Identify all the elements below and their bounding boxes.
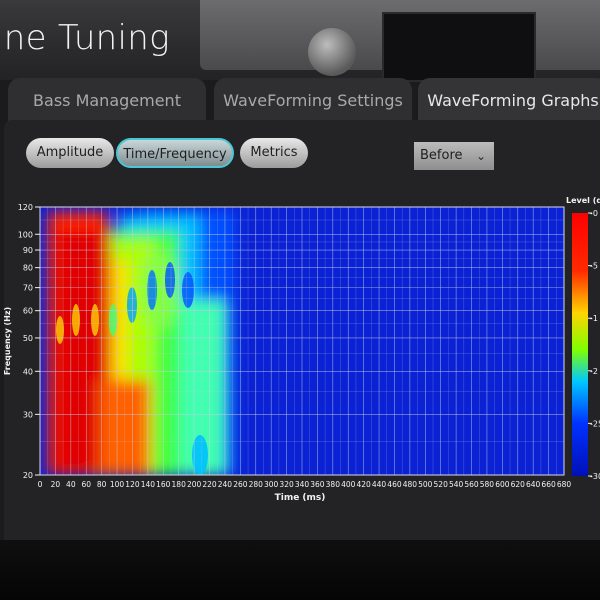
x-tick-label: 640 [526, 480, 541, 489]
x-tick-label: 420 [356, 480, 371, 489]
colorbar-tick-label: -25 [590, 419, 600, 428]
x-tick-label: 580 [480, 480, 495, 489]
x-tick-label: 540 [449, 480, 464, 489]
y-tick-label: 120 [18, 203, 33, 212]
y-axis-label: Frequency (Hz) [3, 307, 12, 375]
y-tick-label: 80 [23, 264, 33, 273]
y-axis-ticks: 20 30 40 50 60 70 80 90 100 120 [18, 203, 40, 480]
x-tick-label: 680 [557, 480, 572, 489]
x-tick-label: 200 [187, 480, 202, 489]
x-tick-label: 280 [249, 480, 264, 489]
x-tick-label: 600 [495, 480, 510, 489]
x-tick-label: 40 [66, 480, 76, 489]
x-tick-label: 320 [279, 480, 294, 489]
x-tick-label: 160 [156, 480, 171, 489]
colorbar-tick-label: -5 [590, 262, 598, 271]
colorbar-tick-label: -0 [590, 209, 598, 218]
x-tick-label: 360 [310, 480, 325, 489]
y-tick-label: 30 [23, 410, 33, 419]
y-tick-label: 20 [23, 471, 33, 480]
colorbar-tick-label: -1 [590, 314, 598, 323]
x-tick-label: 500 [418, 480, 433, 489]
colorbar-label: Level (dB [566, 196, 600, 205]
x-tick-label: 620 [511, 480, 526, 489]
x-tick-label: 460 [387, 480, 402, 489]
colorbar-ticks: -0 -5 -1 -2 -25 -30 [588, 209, 600, 481]
x-tick-label: 260 [233, 480, 248, 489]
x-axis-ticks: 0 20 40 60 80 100 120 140 160 180 200 220 240 260 280 3… [38, 480, 572, 489]
x-tick-label: 220 [202, 480, 217, 489]
x-axis-label: Time (ms) [275, 493, 326, 503]
y-tick-label: 90 [23, 246, 33, 255]
x-tick-label: 480 [403, 480, 418, 489]
colorbar-tick-label: -2 [590, 367, 598, 376]
colorbar [572, 213, 588, 476]
monitor-bezel [0, 540, 600, 600]
y-tick-label: 40 [23, 367, 33, 376]
x-tick-label: 400 [341, 480, 356, 489]
x-tick-label: 560 [464, 480, 479, 489]
x-tick-label: 100 [110, 480, 125, 489]
x-tick-label: 440 [372, 480, 387, 489]
y-tick-label: 50 [23, 334, 33, 343]
x-tick-label: 240 [218, 480, 233, 489]
x-tick-label: 120 [125, 480, 140, 489]
x-tick-label: 60 [81, 480, 91, 489]
x-tick-label: 520 [434, 480, 449, 489]
time-frequency-chart: 2030405060708090100120 0 20 40 60 80 100 120 14… [3, 196, 600, 503]
x-tick-label: 140 [141, 480, 156, 489]
x-tick-label: 0 [38, 480, 43, 489]
x-tick-label: 300 [264, 480, 279, 489]
x-tick-label: 380 [326, 480, 341, 489]
y-tick-label: 70 [23, 284, 33, 293]
x-tick-label: 80 [97, 480, 107, 489]
y-tick-label: 100 [18, 230, 33, 239]
y-tick-label: 60 [23, 307, 33, 316]
x-tick-label: 340 [295, 480, 310, 489]
x-tick-label: 20 [51, 480, 61, 489]
x-tick-label: 180 [172, 480, 187, 489]
x-tick-label: 660 [541, 480, 556, 489]
colorbar-tick-label: -30 [590, 472, 600, 481]
